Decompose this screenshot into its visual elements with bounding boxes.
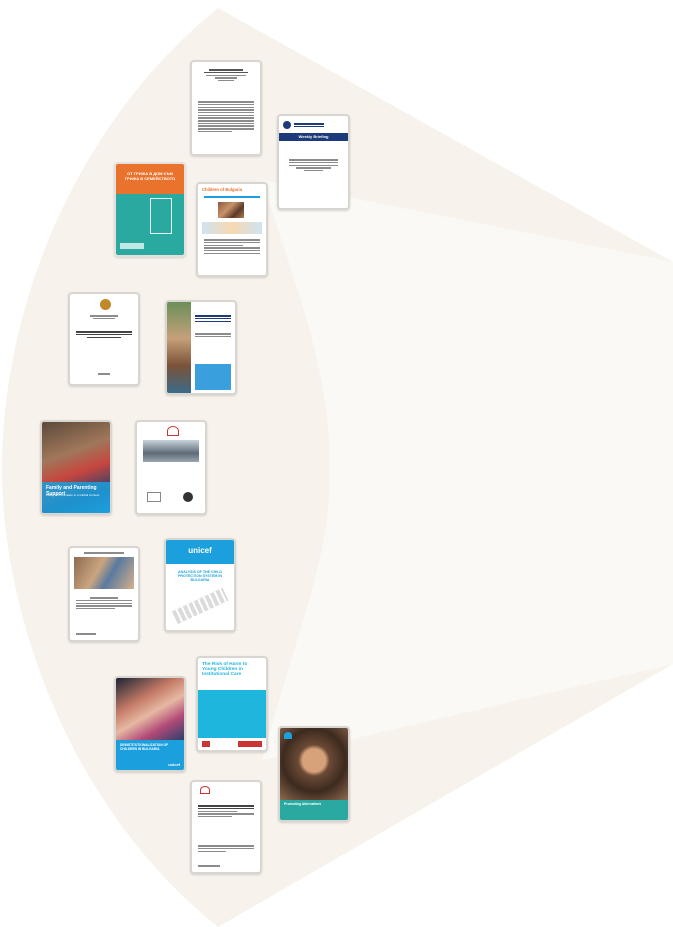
unicef-logo-icon: unicef xyxy=(188,546,212,555)
document-card[interactable] xyxy=(190,60,262,156)
document-card[interactable] xyxy=(135,420,207,515)
document-card[interactable] xyxy=(68,292,140,386)
document-card[interactable]: unicef ANALYSIS OF THE CHILD PROTECTION … xyxy=(164,538,236,632)
logo-icon xyxy=(283,121,291,129)
document-card[interactable]: Weekly Briefing xyxy=(277,114,350,210)
document-card[interactable]: Promoting Alternatives xyxy=(278,726,350,822)
cover-subtitle: Policy and Provision in a Global Context xyxy=(46,493,100,497)
document-card[interactable]: Family and Parenting Support Policy and … xyxy=(40,420,112,515)
cover-title: The Risk of Harm to Young Children in In… xyxy=(202,662,248,678)
document-card[interactable]: DEINSTITUTIONALIZATION OF CHILDREN IN BU… xyxy=(114,676,186,772)
document-card[interactable] xyxy=(68,546,140,642)
cover-title: Promoting Alternatives xyxy=(284,802,322,806)
document-card[interactable]: ОТ ГРИЖА В ДОМ КЪМ ГРИЖА В СЕМЕЙСТВОТО xyxy=(114,162,186,257)
document-card[interactable]: The Risk of Harm to Young Children in In… xyxy=(196,656,268,752)
cover-title: ANALYSIS OF THE CHILD PROTECTION SYSTEM … xyxy=(178,570,222,583)
masthead: Weekly Briefing xyxy=(279,133,348,141)
heart-logo-icon xyxy=(284,732,292,739)
coat-of-arms-icon xyxy=(100,299,111,310)
cover-title: DEINSTITUTIONALIZATION OF CHILDREN IN BU… xyxy=(120,743,169,751)
masthead: Children of Bulgaria xyxy=(202,187,243,192)
cover-title: ОТ ГРИЖА В ДОМ КЪМ ГРИЖА В СЕМЕЙСТВОТО xyxy=(124,171,176,181)
document-card[interactable] xyxy=(165,300,237,395)
document-card[interactable] xyxy=(190,780,262,874)
unicef-logo-icon: unicef xyxy=(168,762,180,767)
document-card[interactable]: Children of Bulgaria xyxy=(196,182,268,277)
